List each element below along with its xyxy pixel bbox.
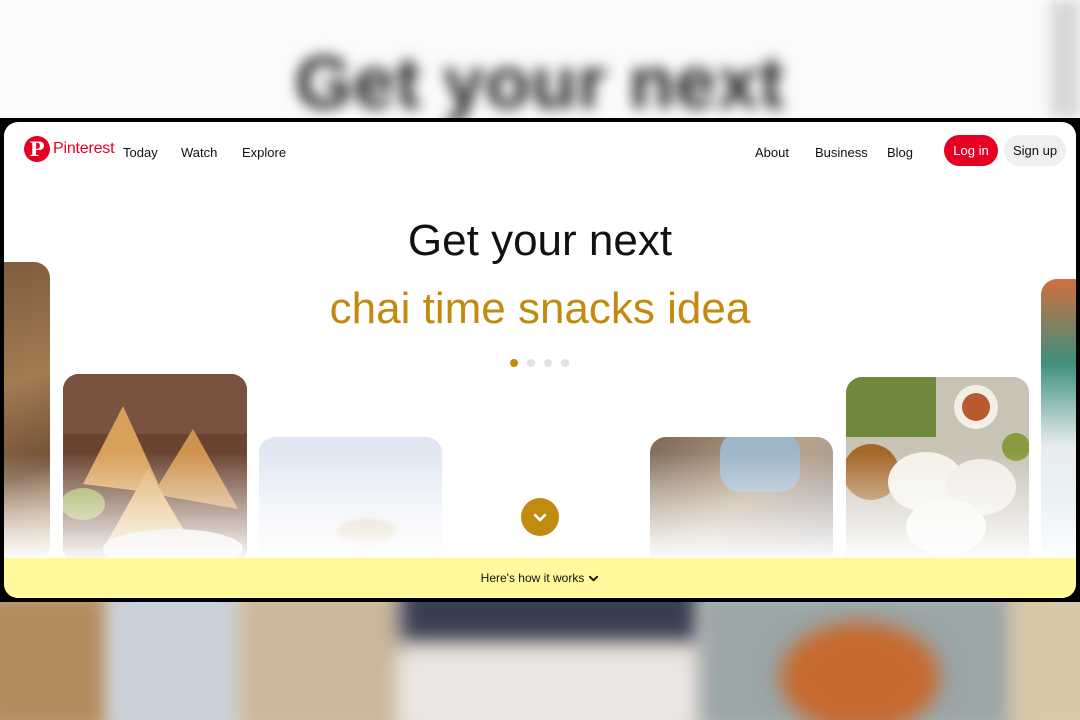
hero-subtitle: chai time snacks idea <box>329 284 751 333</box>
image-card-light[interactable] <box>259 437 442 567</box>
background-tile <box>400 602 700 642</box>
background-heading: Get your next <box>295 41 785 118</box>
login-button[interactable]: Log in <box>944 135 998 166</box>
top-nav: P Pinterest Today Watch Explore About Bu… <box>4 122 1076 182</box>
image-card-samosa[interactable] <box>63 374 247 564</box>
background-tile <box>0 602 110 720</box>
carousel-dot[interactable] <box>527 359 535 367</box>
nav-link-explore[interactable]: Explore <box>242 145 286 160</box>
background-tile <box>400 652 700 720</box>
idli-image <box>846 377 1029 567</box>
hero-title: Get your next <box>407 216 673 265</box>
how-it-works-bar[interactable]: Here's how it works <box>4 558 1076 598</box>
signup-button[interactable]: Sign up <box>1004 135 1066 166</box>
chevron-down-icon <box>589 575 599 581</box>
background-tile <box>110 602 240 720</box>
nav-link-watch[interactable]: Watch <box>181 145 217 160</box>
image-card-cloth[interactable] <box>650 437 833 567</box>
page-frame: P Pinterest Today Watch Explore About Bu… <box>4 122 1076 598</box>
carousel-dot[interactable] <box>561 359 569 367</box>
browser-window: P Pinterest Today Watch Explore About Bu… <box>0 118 1080 602</box>
samosa-image <box>63 374 247 564</box>
logo-text: Pinterest <box>53 140 115 157</box>
logo[interactable]: P Pinterest <box>24 136 115 162</box>
background-tile <box>1010 602 1080 720</box>
scroll-down-button[interactable] <box>521 498 559 536</box>
background-top: Get your next <box>0 0 1080 118</box>
chevron-down-icon <box>533 513 547 522</box>
nav-link-blog[interactable]: Blog <box>887 145 913 160</box>
background-edge <box>1050 0 1080 118</box>
how-it-works-label: Here's how it works <box>480 571 585 585</box>
image-card-idli[interactable] <box>846 377 1029 567</box>
image-card-plate[interactable] <box>1041 279 1076 559</box>
carousel-dots <box>510 359 569 367</box>
carousel-dot[interactable] <box>544 359 552 367</box>
pinterest-logo-icon: P <box>24 136 50 162</box>
background-bottom <box>0 602 1080 720</box>
image-card-wood[interactable] <box>4 262 50 562</box>
background-tile <box>240 602 400 720</box>
nav-link-about[interactable]: About <box>755 145 789 160</box>
nav-link-business[interactable]: Business <box>815 145 868 160</box>
nav-link-today[interactable]: Today <box>123 145 158 160</box>
snack-bowl-image <box>337 519 397 543</box>
carousel-dot[interactable] <box>510 359 518 367</box>
cloth-image <box>720 437 800 492</box>
